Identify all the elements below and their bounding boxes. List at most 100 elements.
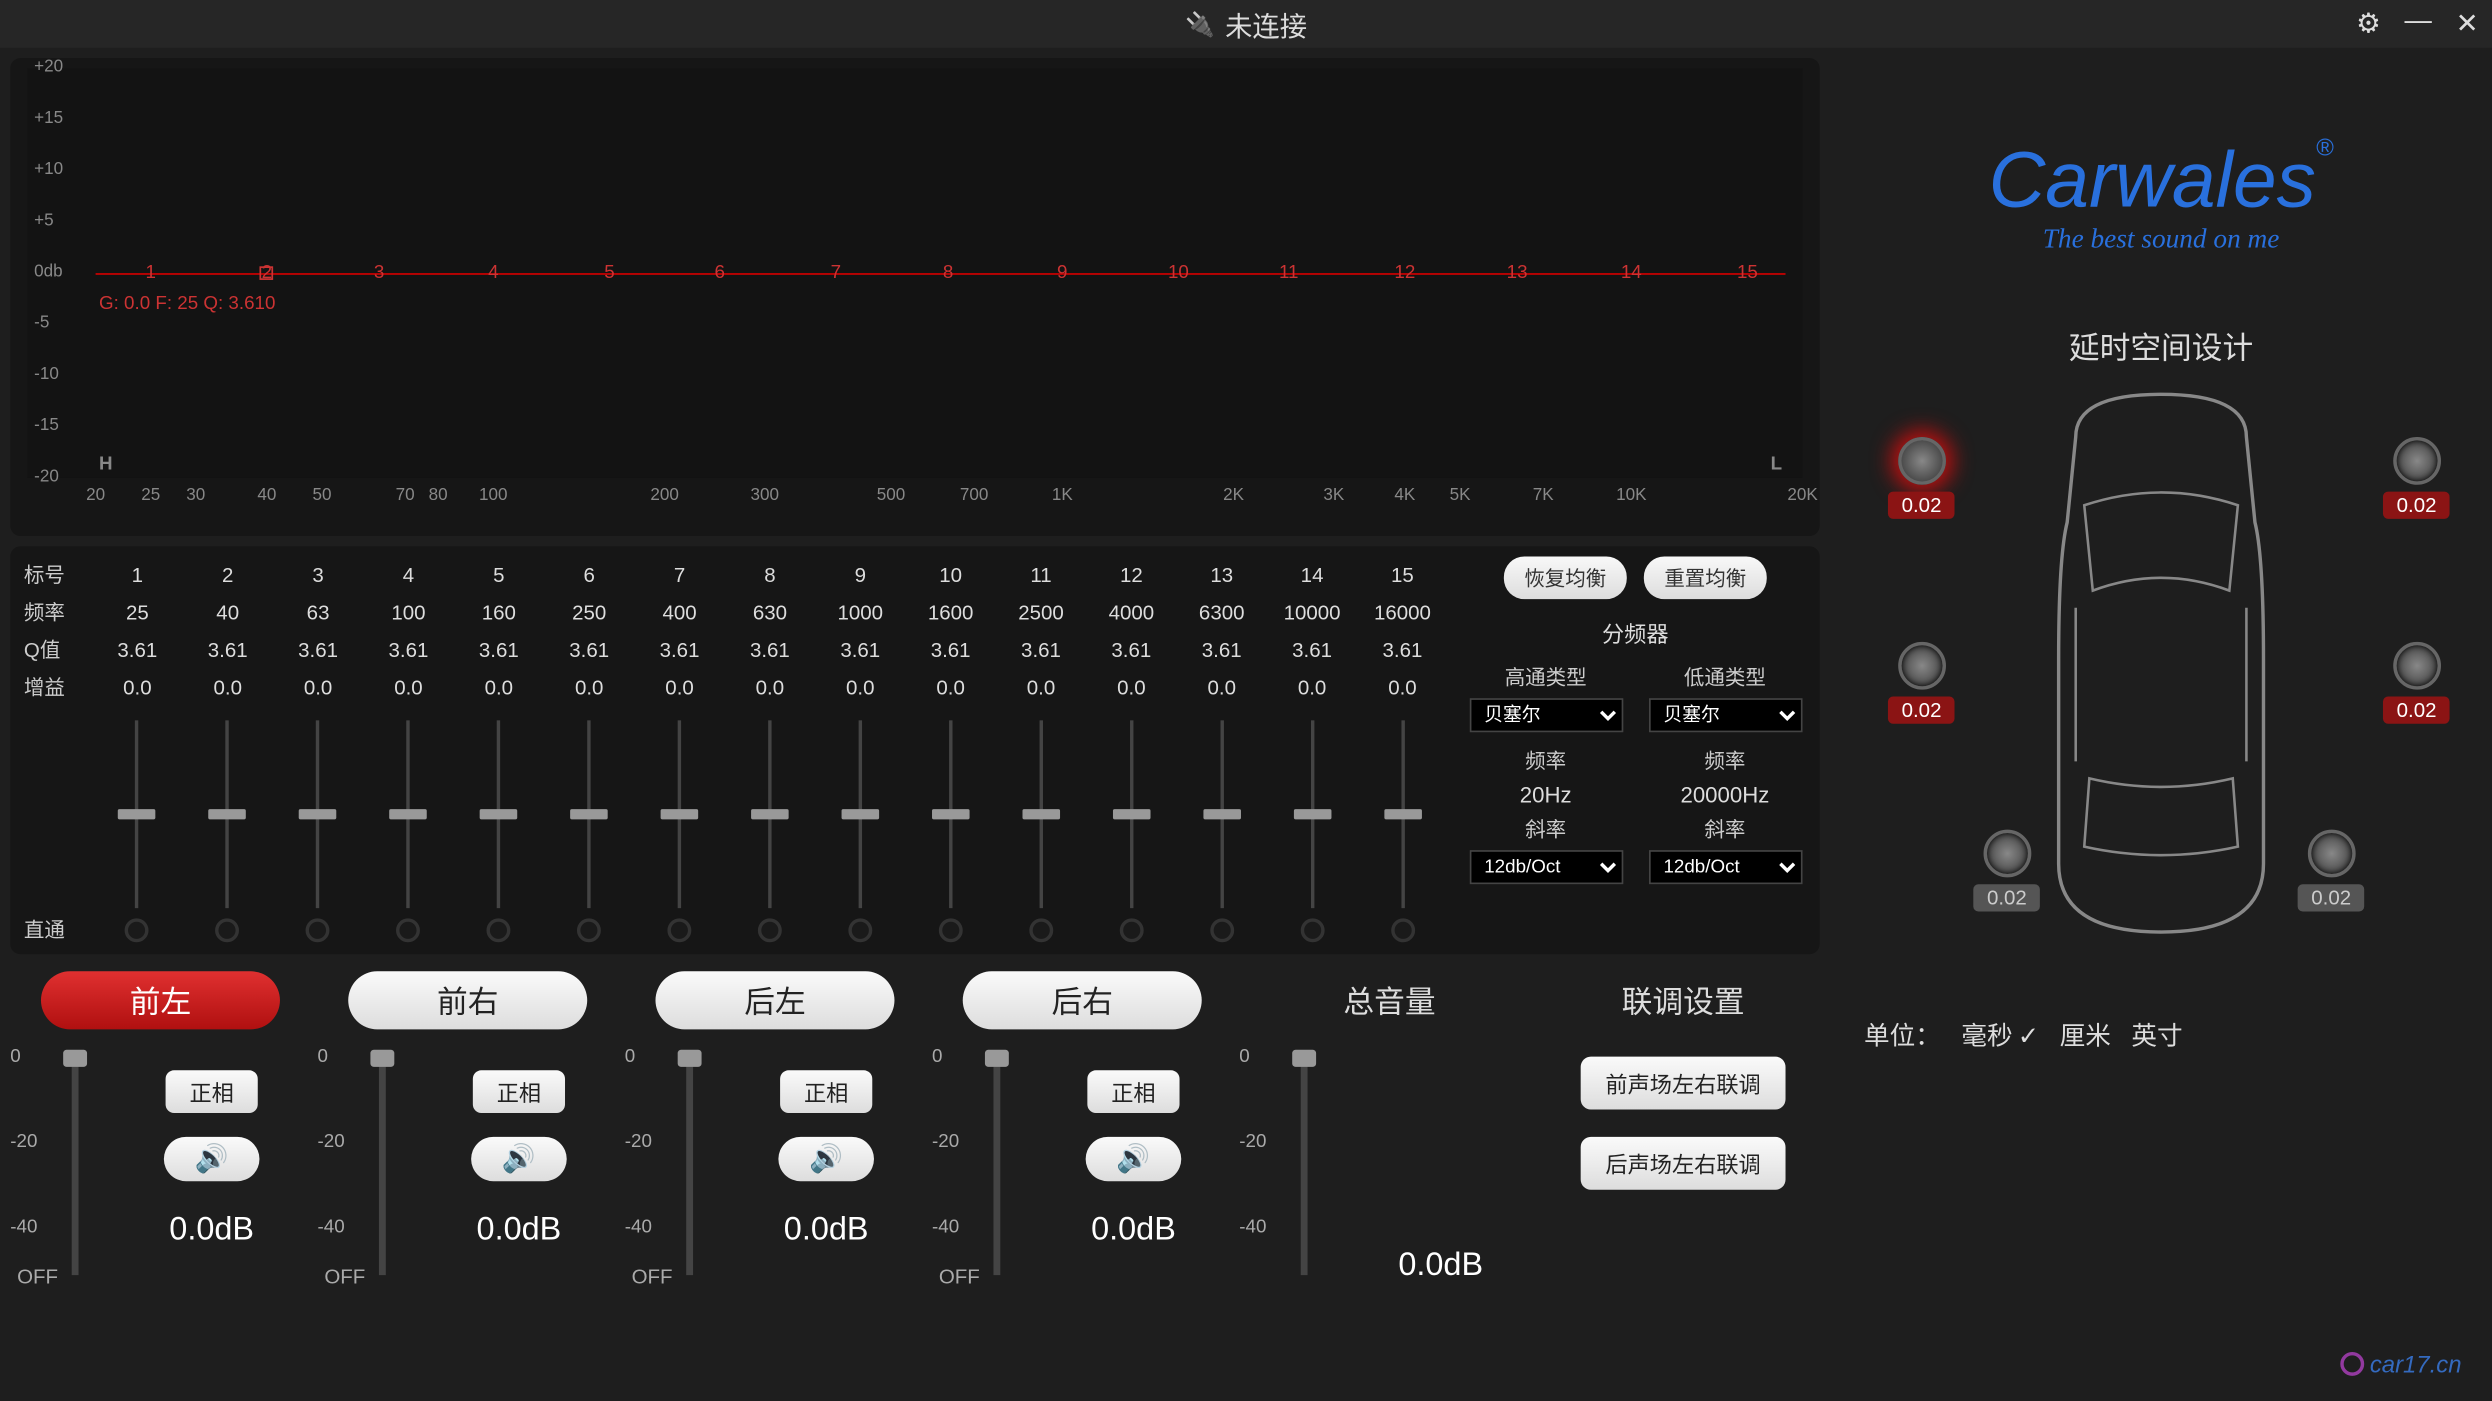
band-marker[interactable]: 8 [943,263,953,283]
eq-cell-gain[interactable]: 0.0 [454,669,544,707]
passthrough-toggle[interactable] [939,918,963,942]
phase-button[interactable]: 正相 [473,1070,565,1113]
band-marker[interactable]: 15 [1737,263,1758,283]
passthrough-toggle[interactable] [1300,918,1324,942]
passthrough-toggle[interactable] [758,918,782,942]
channel-select-button[interactable]: 前左 [41,971,280,1029]
channel-select-button[interactable]: 前右 [348,971,587,1029]
eq-cell-q[interactable]: 3.61 [1086,632,1176,670]
eq-band-slider[interactable] [1130,720,1133,908]
eq-band-slider[interactable] [678,720,681,908]
settings-icon[interactable]: ⚙ [2356,7,2380,41]
eq-cell-q[interactable]: 3.61 [544,632,634,670]
eq-cell-gain[interactable]: 0.0 [996,669,1086,707]
mute-button[interactable]: 🔊 [164,1137,260,1181]
eq-cell-idx[interactable]: 15 [1357,556,1447,594]
unit-cm[interactable]: 厘米 [2060,1017,2111,1053]
eq-cell-gain[interactable]: 0.0 [92,669,182,707]
speaker-icon[interactable] [1898,642,1946,690]
eq-band-slider[interactable] [1310,720,1313,908]
eq-cell-gain[interactable]: 0.0 [1267,669,1357,707]
eq-cell-idx[interactable]: 7 [634,556,724,594]
eq-band-slider[interactable] [226,720,229,908]
eq-cell-freq[interactable]: 630 [725,594,815,632]
eq-graph[interactable]: H L G: 0.0 F: 25 Q: 3.610 +20+15+10+50db… [10,58,1819,536]
speaker-icon[interactable] [2307,830,2355,878]
band-marker[interactable]: 13 [1507,263,1528,283]
eq-cell-q[interactable]: 3.61 [454,632,544,670]
eq-band-slider[interactable] [1401,720,1404,908]
eq-cell-q[interactable]: 3.61 [273,632,363,670]
eq-cell-gain[interactable]: 0.0 [905,669,995,707]
eq-band-slider[interactable] [316,720,319,908]
eq-band-slider[interactable] [949,720,952,908]
eq-cell-idx[interactable]: 9 [815,556,905,594]
eq-cell-gain[interactable]: 0.0 [273,669,363,707]
band-marker[interactable]: 14 [1621,263,1642,283]
passthrough-toggle[interactable] [216,918,240,942]
channel-gain-slider[interactable] [379,1053,386,1275]
lp-slope-select[interactable]: 12db/Oct [1648,850,1802,884]
passthrough-toggle[interactable] [1029,918,1053,942]
passthrough-toggle[interactable] [1210,918,1234,942]
speaker-delay-value[interactable]: 0.02 [1888,696,1955,723]
channel-select-button[interactable]: 后左 [655,971,894,1029]
delay-speaker-mr[interactable]: 0.02 [2383,642,2450,724]
eq-cell-freq[interactable]: 25 [92,594,182,632]
eq-cell-gain[interactable]: 0.0 [815,669,905,707]
passthrough-toggle[interactable] [487,918,511,942]
band-marker[interactable]: 4 [488,263,498,283]
phase-button[interactable]: 正相 [780,1070,872,1113]
eq-cell-gain[interactable]: 0.0 [1086,669,1176,707]
eq-cell-q[interactable]: 3.61 [363,632,453,670]
eq-band-slider[interactable] [497,720,500,908]
band-marker[interactable]: 3 [374,263,384,283]
hp-slope-select[interactable]: 12db/Oct [1469,850,1623,884]
band-marker[interactable]: 9 [1057,263,1067,283]
channel-select-button[interactable]: 后右 [963,971,1202,1029]
master-gain-slider[interactable] [1301,1053,1308,1275]
delay-speaker-fl[interactable]: 0.02 [1888,437,1955,519]
delay-speaker-rl[interactable]: 0.02 [1973,830,2040,912]
speaker-delay-value[interactable]: 0.02 [1888,492,1955,519]
minimize-button[interactable]: — [2404,7,2431,41]
eq-cell-q[interactable]: 3.61 [183,632,273,670]
mute-button[interactable]: 🔊 [471,1137,567,1181]
eq-cell-q[interactable]: 3.61 [815,632,905,670]
eq-cell-idx[interactable]: 4 [363,556,453,594]
eq-cell-idx[interactable]: 10 [905,556,995,594]
eq-cell-gain[interactable]: 0.0 [183,669,273,707]
delay-speaker-fr[interactable]: 0.02 [2383,437,2450,519]
eq-cell-freq[interactable]: 400 [634,594,724,632]
eq-cell-freq[interactable]: 1000 [815,594,905,632]
eq-band-slider[interactable] [1220,720,1223,908]
eq-band-slider[interactable] [407,720,410,908]
speaker-icon[interactable] [2393,437,2441,485]
speaker-icon[interactable] [2393,642,2441,690]
band-marker[interactable]: 11 [1279,263,1298,283]
channel-gain-slider[interactable] [993,1053,1000,1275]
eq-cell-idx[interactable]: 3 [273,556,363,594]
eq-cell-gain[interactable]: 0.0 [1177,669,1267,707]
eq-cell-freq[interactable]: 160 [454,594,544,632]
eq-cell-freq[interactable]: 4000 [1086,594,1176,632]
band-marker[interactable]: 7 [831,263,841,283]
eq-cell-idx[interactable]: 8 [725,556,815,594]
eq-band-slider[interactable] [587,720,590,908]
eq-cell-freq[interactable]: 16000 [1357,594,1447,632]
passthrough-toggle[interactable] [1391,918,1415,942]
phase-button[interactable]: 正相 [166,1070,258,1113]
eq-cell-gain[interactable]: 0.0 [544,669,634,707]
eq-cell-idx[interactable]: 13 [1177,556,1267,594]
reset-eq-button[interactable]: 重置均衡 [1644,556,1767,599]
restore-eq-button[interactable]: 恢复均衡 [1504,556,1627,599]
eq-cell-idx[interactable]: 1 [92,556,182,594]
band-marker[interactable]: 2 [262,263,272,283]
eq-cell-q[interactable]: 3.61 [92,632,182,670]
eq-cell-gain[interactable]: 0.0 [725,669,815,707]
phase-button[interactable]: 正相 [1087,1070,1179,1113]
lp-freq-value[interactable]: 20000Hz [1644,782,1806,808]
eq-cell-q[interactable]: 3.61 [1177,632,1267,670]
lp-type-select[interactable]: 贝塞尔 [1648,698,1802,732]
mute-button[interactable]: 🔊 [1086,1137,1182,1181]
